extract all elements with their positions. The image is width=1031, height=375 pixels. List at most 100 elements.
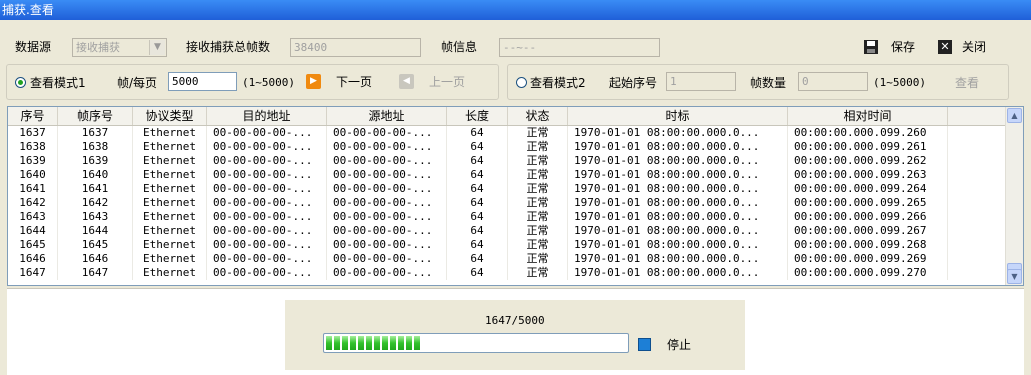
column-header-length[interactable]: 长度 xyxy=(447,107,508,125)
next-page-button[interactable]: ▶ 下一页 xyxy=(306,73,372,90)
table-row[interactable]: 1639 1639 Ethernet 00-00-00-00-... 00-00-00-… xyxy=(8,154,1006,168)
progress-segment xyxy=(350,336,356,350)
column-header-frame-seq[interactable]: 帧序号 xyxy=(58,107,133,125)
table-row[interactable]: 1637 1637 Ethernet 00-00-00-00-... 00-00-00-… xyxy=(8,126,1006,140)
frame-count-range-hint: (1~5000) xyxy=(873,76,926,89)
cell-seq: 1645 xyxy=(8,238,58,252)
cell-length: 64 xyxy=(447,196,508,210)
frame-count-label: 帧数量 xyxy=(750,76,787,90)
cell-src-addr: 00-00-00-00-... xyxy=(327,196,447,210)
close-button[interactable]: ✕ 关闭 xyxy=(938,38,986,55)
cell-status: 正常 xyxy=(508,210,568,224)
frame-table[interactable]: 序号 帧序号 协议类型 目的地址 源地址 长度 状态 时标 相对时间 1637 1637 Ether… xyxy=(7,106,1024,286)
cell-timestamp: 1970-01-01 08:00:00.000.0... xyxy=(568,140,788,154)
datasource-label: 数据源 xyxy=(15,40,52,54)
per-page-input[interactable] xyxy=(168,72,237,91)
table-row[interactable]: 1645 1645 Ethernet 00-00-00-00-... 00-00-00-… xyxy=(8,238,1006,252)
cell-timestamp: 1970-01-01 08:00:00.000.0... xyxy=(568,224,788,238)
frame-count-input[interactable]: 0 xyxy=(798,72,868,91)
cell-frame-seq: 1643 xyxy=(58,210,133,224)
cell-dest-addr: 00-00-00-00-... xyxy=(207,196,327,210)
cell-frame-seq: 1644 xyxy=(58,224,133,238)
mode2-label[interactable]: 查看模式2 xyxy=(530,74,586,92)
progress-segment xyxy=(342,336,348,350)
cell-protocol: Ethernet xyxy=(133,126,207,140)
table-row[interactable]: 1642 1642 Ethernet 00-00-00-00-... 00-00-00-… xyxy=(8,196,1006,210)
column-header-status[interactable]: 状态 xyxy=(508,107,568,125)
cell-relative-time: 00:00:00.000.099.270 xyxy=(788,266,948,280)
cell-seq: 1637 xyxy=(8,126,58,140)
cell-dest-addr: 00-00-00-00-... xyxy=(207,154,327,168)
table-header: 序号 帧序号 协议类型 目的地址 源地址 长度 状态 时标 相对时间 xyxy=(8,107,1006,126)
column-header-protocol[interactable]: 协议类型 xyxy=(133,107,207,125)
cell-frame-seq: 1637 xyxy=(58,126,133,140)
cell-timestamp: 1970-01-01 08:00:00.000.0... xyxy=(568,266,788,280)
progress-segment xyxy=(406,336,412,350)
x-icon: ✕ xyxy=(938,39,952,54)
cell-seq: 1646 xyxy=(8,252,58,266)
cell-length: 64 xyxy=(447,224,508,238)
progress-segment xyxy=(326,336,332,350)
column-header-relative-time[interactable]: 相对时间 xyxy=(788,107,948,125)
chevron-down-icon[interactable]: ▼ xyxy=(149,40,165,55)
mode1-label[interactable]: 查看模式1 xyxy=(30,74,86,92)
cell-src-addr: 00-00-00-00-... xyxy=(327,154,447,168)
mode1-radio[interactable] xyxy=(15,77,26,88)
total-frames-label: 接收捕获总帧数 xyxy=(186,40,271,54)
cell-frame-seq: 1647 xyxy=(58,266,133,280)
floppy-disk-icon xyxy=(864,39,878,54)
column-header-timestamp[interactable]: 时标 xyxy=(568,107,788,125)
cell-relative-time: 00:00:00.000.099.263 xyxy=(788,168,948,182)
vertical-scrollbar[interactable]: ▲ ▼ xyxy=(1005,107,1023,285)
column-header-dest-addr[interactable]: 目的地址 xyxy=(207,107,327,125)
table-row[interactable]: 1644 1644 Ethernet 00-00-00-00-... 00-00-00-… xyxy=(8,224,1006,238)
cell-status: 正常 xyxy=(508,182,568,196)
table-row[interactable]: 1647 1647 Ethernet 00-00-00-00-... 00-00-00-… xyxy=(8,266,1006,280)
cell-frame-seq: 1645 xyxy=(58,238,133,252)
view-button[interactable]: 查看 xyxy=(955,74,979,92)
table-row[interactable]: 1640 1640 Ethernet 00-00-00-00-... 00-00-00-… xyxy=(8,168,1006,182)
table-row[interactable]: 1643 1643 Ethernet 00-00-00-00-... 00-00-00-… xyxy=(8,210,1006,224)
cell-frame-seq: 1642 xyxy=(58,196,133,210)
cell-length: 64 xyxy=(447,168,508,182)
cell-seq: 1647 xyxy=(8,266,58,280)
progress-fill xyxy=(326,336,420,350)
cell-protocol: Ethernet xyxy=(133,252,207,266)
cell-frame-seq: 1646 xyxy=(58,252,133,266)
progress-segment xyxy=(414,336,420,350)
mode2-radio[interactable] xyxy=(516,77,527,88)
table-row[interactable]: 1638 1638 Ethernet 00-00-00-00-... 00-00-00-… xyxy=(8,140,1006,154)
scroll-down-icon[interactable]: ▼ xyxy=(1007,269,1022,284)
cell-dest-addr: 00-00-00-00-... xyxy=(207,252,327,266)
cell-frame-seq: 1639 xyxy=(58,154,133,168)
cell-dest-addr: 00-00-00-00-... xyxy=(207,168,327,182)
cell-status: 正常 xyxy=(508,252,568,266)
cell-status: 正常 xyxy=(508,126,568,140)
cell-protocol: Ethernet xyxy=(133,224,207,238)
prev-page-button[interactable]: ◀ 上一页 xyxy=(399,73,465,90)
prev-page-label: 上一页 xyxy=(429,75,466,89)
datasource-value: 接收捕获 xyxy=(76,41,120,54)
cell-seq: 1641 xyxy=(8,182,58,196)
per-page-label: 帧/每页 xyxy=(117,76,158,90)
cell-src-addr: 00-00-00-00-... xyxy=(327,266,447,280)
column-header-seq[interactable]: 序号 xyxy=(8,107,58,125)
column-header-src-addr[interactable]: 源地址 xyxy=(327,107,447,125)
scroll-up-icon[interactable]: ▲ xyxy=(1007,108,1022,123)
close-label: 关闭 xyxy=(962,40,987,54)
cell-seq: 1643 xyxy=(8,210,58,224)
table-row[interactable]: 1641 1641 Ethernet 00-00-00-00-... 00-00-00-… xyxy=(8,182,1006,196)
cell-protocol: Ethernet xyxy=(133,196,207,210)
cell-dest-addr: 00-00-00-00-... xyxy=(207,182,327,196)
datasource-select[interactable]: 接收捕获 ▼ xyxy=(72,38,167,57)
cell-length: 64 xyxy=(447,140,508,154)
next-page-icon: ▶ xyxy=(306,74,321,89)
cell-src-addr: 00-00-00-00-... xyxy=(327,238,447,252)
table-row[interactable]: 1646 1646 Ethernet 00-00-00-00-... 00-00-00-… xyxy=(8,252,1006,266)
cell-timestamp: 1970-01-01 08:00:00.000.0... xyxy=(568,182,788,196)
cell-dest-addr: 00-00-00-00-... xyxy=(207,224,327,238)
start-index-input[interactable]: 1 xyxy=(666,72,736,91)
stop-button[interactable]: 停止 xyxy=(638,336,691,353)
save-button[interactable]: 保存 xyxy=(864,38,915,55)
progress-bar xyxy=(323,333,629,353)
